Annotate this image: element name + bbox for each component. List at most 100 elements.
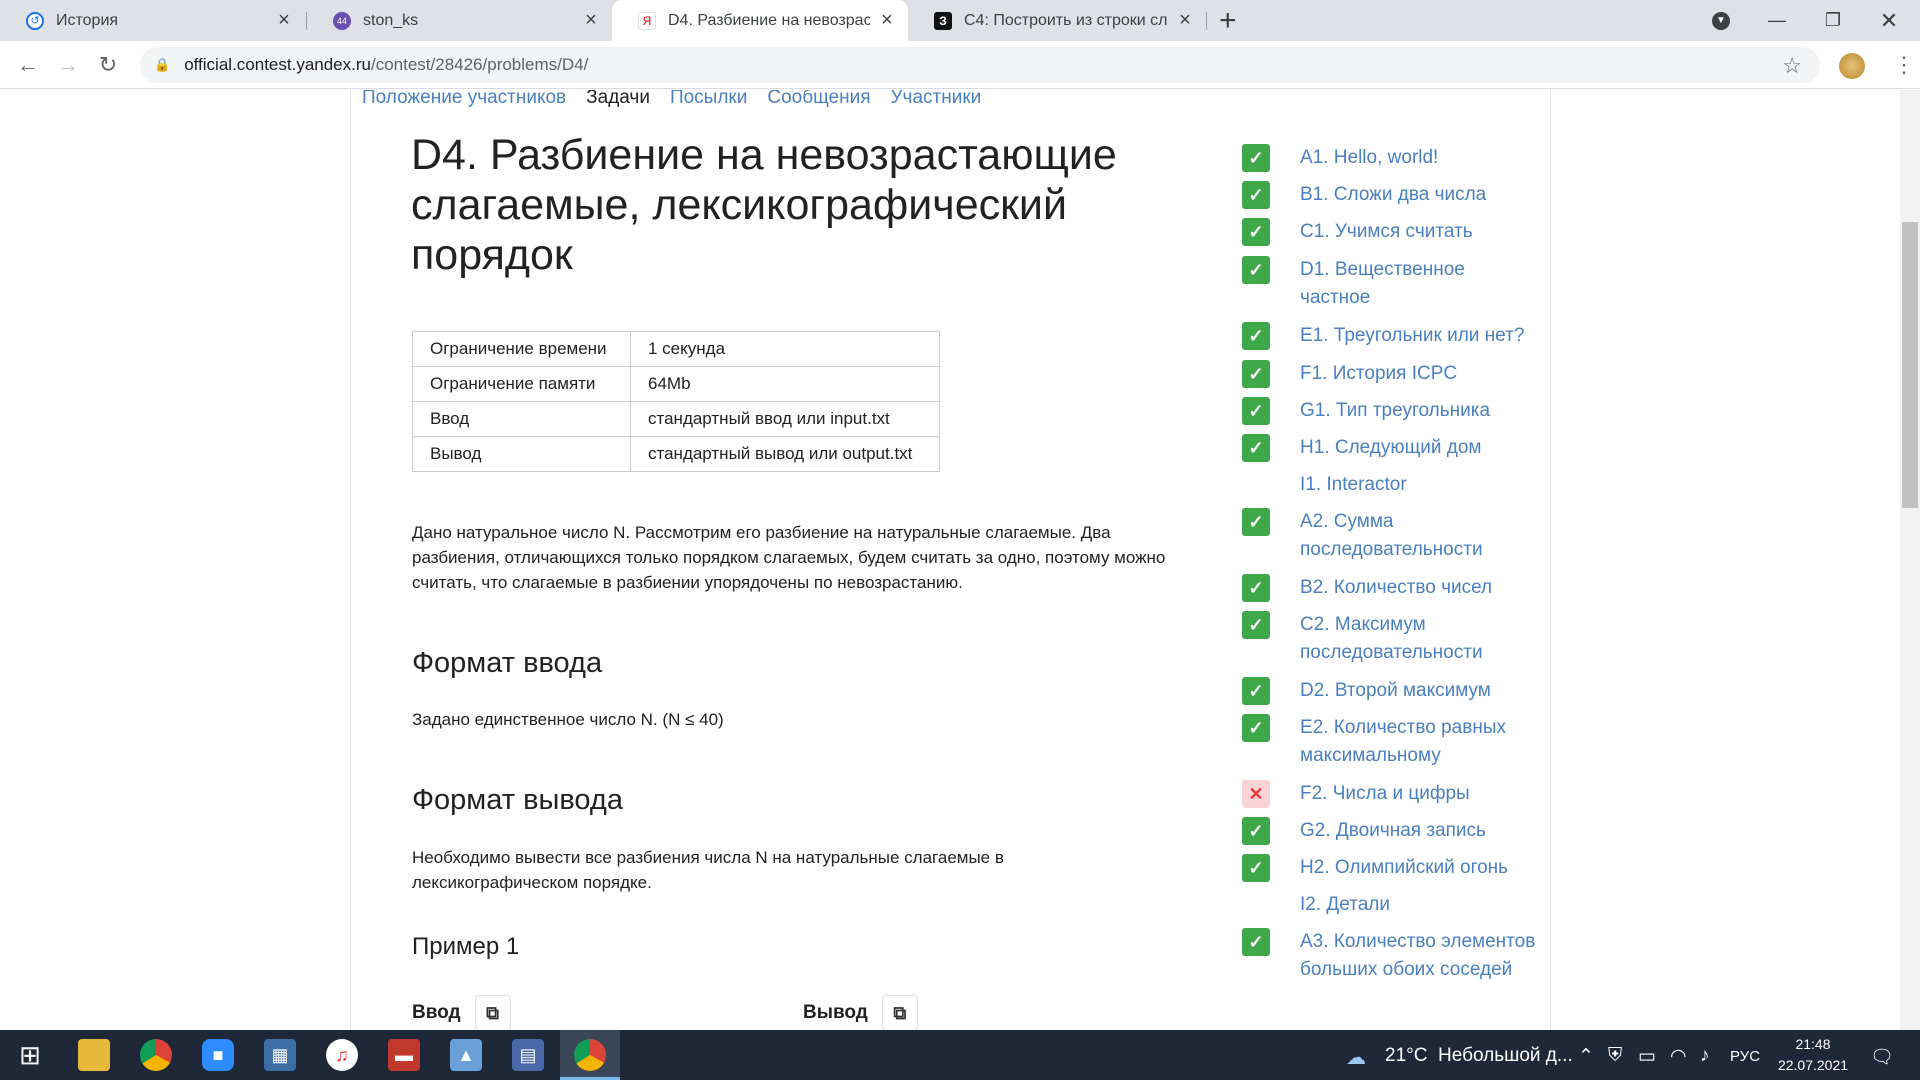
weather-icon[interactable]: ☁ [1346, 1045, 1366, 1070]
tab-d4-problem[interactable]: Я D4. Разбиение на невозрастаю × [612, 0, 908, 41]
wifi-icon[interactable]: ◠ [1670, 1045, 1687, 1068]
problem-item[interactable]: ✓ A1. Hello, world! [1242, 144, 1542, 172]
zoom-icon[interactable]: ■ [202, 1039, 234, 1071]
tab-search-icon[interactable]: ▼ [1693, 0, 1749, 41]
problem-link[interactable]: A3. Количество элементов больших обоих с… [1300, 928, 1540, 984]
security-icon[interactable]: ⛨ [1608, 1045, 1622, 1067]
problem-item[interactable]: ✓ C1. Учимся считать [1242, 218, 1542, 246]
empty-status-icon [1242, 891, 1270, 919]
battery-icon[interactable]: ▭ [1638, 1045, 1656, 1068]
check-icon: ✓ [1242, 397, 1270, 425]
problem-link[interactable]: B1. Сложи два числа [1300, 181, 1540, 209]
problem-link[interactable]: I1. Interactor [1300, 471, 1540, 499]
clock[interactable]: 21:48 22.07.2021 [1776, 1034, 1850, 1076]
problem-item[interactable]: ✓ G2. Двоичная запись [1242, 817, 1542, 845]
yandex-icon: Я [638, 11, 656, 30]
table-row: Ввод стандартный ввод или input.txt [412, 401, 940, 437]
reload-icon[interactable]: ↻ [92, 49, 124, 81]
problem-link[interactable]: H1. Следующий дом [1300, 434, 1540, 462]
problem-item[interactable]: ✓ A2. Сумма последовательности [1242, 508, 1542, 564]
close-icon[interactable]: × [275, 9, 293, 32]
problem-link[interactable]: B2. Количество чисел [1300, 574, 1540, 602]
problem-item[interactable]: ✓ H2. Олимпийский огонь [1242, 854, 1542, 882]
problem-link[interactable]: C1. Учимся считать [1300, 218, 1540, 246]
problem-item[interactable]: ✕ F2. Числа и цифры [1242, 780, 1542, 808]
address-bar[interactable]: 🔒 official.contest.yandex.ru/contest/284… [140, 47, 1820, 83]
limit-label: Вывод [412, 436, 631, 472]
content-border-left [350, 90, 351, 1030]
problem-item[interactable]: ✓ E2. Количество равных максимальному [1242, 714, 1542, 770]
problem-item[interactable]: ✓ E1. Треугольник или нет? [1242, 322, 1542, 350]
weather-text[interactable]: 21°C Небольшой д... [1385, 1045, 1573, 1067]
app-window-icon[interactable]: ▤ [512, 1039, 544, 1071]
check-icon: ✓ [1242, 574, 1270, 602]
problem-item[interactable]: ✓ C2. Максимум последовательности [1242, 611, 1542, 667]
problem-link[interactable]: G2. Двоичная запись [1300, 817, 1540, 845]
chrome-icon[interactable] [140, 1039, 172, 1071]
photos-icon[interactable]: ▲ [450, 1039, 482, 1071]
bookmark-star-icon[interactable]: ☆ [1782, 53, 1802, 79]
problem-item[interactable]: ✓ B2. Количество чисел [1242, 574, 1542, 602]
minimize-icon[interactable]: — [1749, 0, 1805, 41]
close-window-icon[interactable]: ✕ [1861, 0, 1917, 41]
problem-link[interactable]: F2. Числа и цифры [1300, 780, 1540, 808]
profile-avatar[interactable] [1839, 53, 1865, 79]
problem-link[interactable]: D1. Вещественное частное [1300, 256, 1540, 312]
close-icon[interactable]: × [582, 9, 600, 32]
problem-item[interactable]: ✓ D2. Второй максимум [1242, 677, 1542, 705]
menu-dots-icon[interactable]: ⋮ [1893, 52, 1915, 78]
show-hidden-icons[interactable]: ⌃ [1578, 1045, 1594, 1068]
language-indicator[interactable]: РУС [1730, 1048, 1760, 1065]
tab-c4-problem[interactable]: З C4: Построить из строки следу × [908, 0, 1206, 41]
notifications-icon[interactable]: 🗨 [1870, 1045, 1894, 1069]
problem-link[interactable]: C2. Максимум последовательности [1300, 611, 1540, 667]
problem-item[interactable]: ✓ B1. Сложи два числа [1242, 181, 1542, 209]
problem-link[interactable]: I2. Детали [1300, 891, 1540, 919]
copy-icon[interactable]: ⧉ [474, 995, 511, 1030]
scrollbar-thumb[interactable] [1902, 222, 1918, 508]
problem-link[interactable]: A2. Сумма последовательности [1300, 508, 1540, 564]
example-input-label: Ввод ⧉ [412, 995, 511, 1030]
tab-history[interactable]: ↺ История × [0, 0, 305, 41]
check-icon: ✓ [1242, 928, 1270, 956]
problem-link[interactable]: G1. Тип треугольника [1300, 397, 1540, 425]
table-row: Ограничение памяти 64Mb [412, 366, 940, 402]
nav-submissions[interactable]: Посылки [670, 90, 747, 109]
input-format-text: Задано единственное число N. (N ≤ 40) [412, 710, 724, 729]
check-icon: ✓ [1242, 322, 1270, 350]
back-icon[interactable]: ← [12, 49, 44, 81]
check-icon: ✓ [1242, 256, 1270, 284]
calculator-icon[interactable]: ▦ [264, 1039, 296, 1071]
problem-item[interactable]: I1. Interactor [1242, 471, 1542, 499]
problem-item[interactable]: I2. Детали [1242, 891, 1542, 919]
nav-messages[interactable]: Сообщения [767, 90, 870, 109]
chrome-active-icon[interactable] [574, 1039, 606, 1071]
volume-icon[interactable]: ♪ [1700, 1045, 1710, 1067]
maximize-icon[interactable]: ❐ [1805, 0, 1861, 41]
new-tab-plus-icon[interactable]: + [1219, 4, 1237, 38]
nav-standings[interactable]: Положение участников [362, 90, 566, 109]
problem-link[interactable]: F1. История ICPC [1300, 360, 1540, 388]
problem-item[interactable]: ✓ H1. Следующий дом [1242, 434, 1542, 462]
file-explorer-icon[interactable] [78, 1039, 110, 1071]
itunes-icon[interactable]: ♫ [326, 1039, 358, 1071]
history-icon: ↺ [26, 11, 44, 30]
problem-item[interactable]: ✓ G1. Тип треугольника [1242, 397, 1542, 425]
problem-link[interactable]: A1. Hello, world! [1300, 144, 1540, 172]
problem-item[interactable]: ✓ D1. Вещественное частное [1242, 256, 1542, 312]
windows-start-icon[interactable]: ⊞ [14, 1039, 46, 1071]
problem-item[interactable]: ✓ A3. Количество элементов больших обоих … [1242, 928, 1542, 984]
forward-icon[interactable]: → [52, 49, 84, 81]
nav-participants[interactable]: Участники [890, 90, 981, 109]
problem-link[interactable]: E2. Количество равных максимальному [1300, 714, 1540, 770]
app-red-icon[interactable]: ▬ [388, 1039, 420, 1071]
tab-ston-ks[interactable]: 44 ston_ks × [307, 0, 612, 41]
close-icon[interactable]: × [878, 9, 896, 32]
copy-icon[interactable]: ⧉ [881, 995, 918, 1030]
problem-link[interactable]: D2. Второй максимум [1300, 677, 1540, 705]
problem-link[interactable]: E1. Треугольник или нет? [1300, 322, 1540, 350]
problem-item[interactable]: ✓ F1. История ICPC [1242, 360, 1542, 388]
close-icon[interactable]: × [1176, 9, 1194, 32]
problem-link[interactable]: H2. Олимпийский огонь [1300, 854, 1540, 882]
nav-problems[interactable]: Задачи [586, 90, 650, 109]
